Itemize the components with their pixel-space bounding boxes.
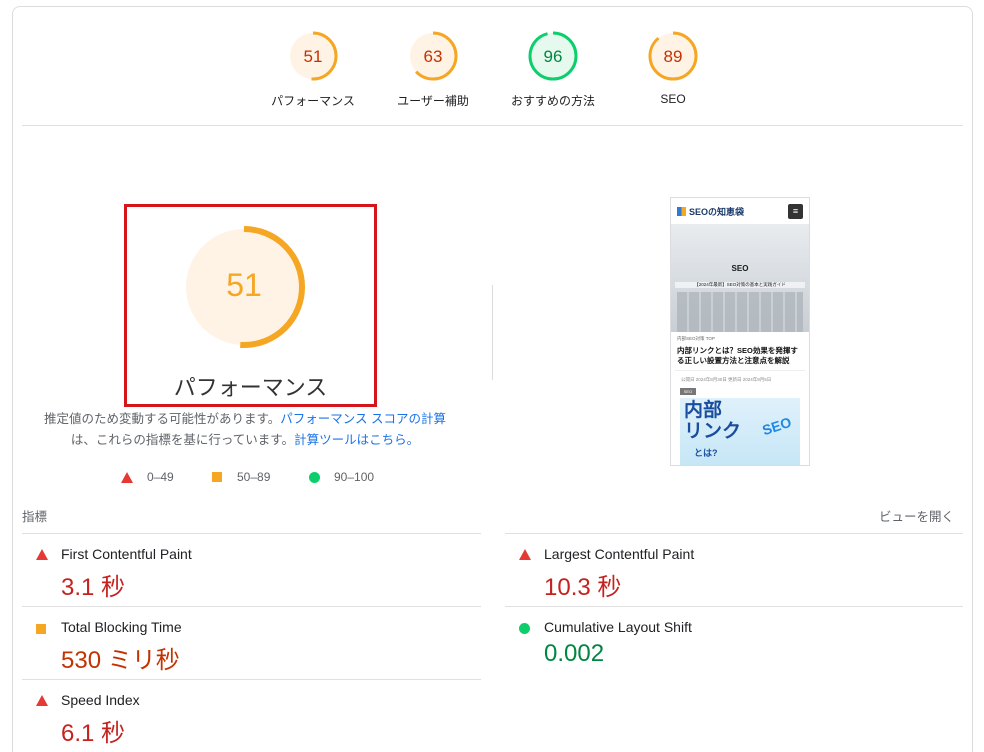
gauge-performance-ring: 51 [288, 31, 338, 81]
site-logo-icon [677, 206, 686, 216]
score-calc-link[interactable]: パフォーマンス スコアの計算 [280, 412, 446, 426]
gauge-seo-score: 89 [664, 47, 683, 66]
gauge-accessibility[interactable]: 63 ユーザー補助 [378, 30, 488, 109]
legend-average-range: 50–89 [237, 470, 271, 484]
metric-lcp-name: Largest Contentful Paint [544, 546, 695, 562]
legend-pass-range: 90–100 [334, 470, 375, 484]
legend-pass: 90–100 [309, 469, 374, 485]
performance-gauge-large: 51 [183, 226, 305, 348]
metric-lcp-value: 10.3 秒 [544, 574, 622, 601]
vertical-divider [492, 285, 493, 380]
preview-category: 内部SEO対策 TOP [677, 336, 715, 341]
preview-thumbnail: 内部 リンク とは? SEO [680, 398, 800, 465]
gauge-best-practices-label: おすすめの方法 [510, 94, 595, 108]
gauge-seo[interactable]: 89 SEO [618, 30, 728, 106]
fail-triangle-icon [36, 549, 48, 560]
preview-hero: SEO 【2024年最新】SEO対策の基本と実践ガイド [671, 224, 809, 332]
legend-fail-range: 0–49 [147, 470, 174, 484]
metric-si: Speed Index 6.1 秒 [22, 679, 481, 752]
metric-tbt-value: 530 ミリ秒 [61, 647, 180, 674]
preview-hero-subtitle: 【2024年最新】SEO対策の基本と実践ガイド [675, 282, 805, 288]
metric-fcp: First Contentful Paint 3.1 秒 [22, 533, 481, 606]
preview-site-name: SEOの知恵袋 [689, 206, 745, 217]
gauge-best-practices-score: 96 [544, 47, 563, 66]
preview-tag: SEO [680, 388, 696, 395]
gauge-seo-label: SEO [660, 92, 686, 106]
page-screenshot: SEOの知恵袋 ≡ SEO 【2024年最新】SEO対策の基本と実践ガイド 内部… [670, 197, 810, 466]
thumb-seo-text: SEO [760, 413, 794, 439]
preview-meta: 公開日 2024年8月30日 更新日 2024年9月5日 [675, 370, 805, 385]
gauge-performance-label: パフォーマンス [271, 94, 355, 108]
gauge-accessibility-score: 63 [424, 47, 443, 66]
preview-header: SEOの知恵袋 ≡ [671, 198, 809, 224]
performance-title: パフォーマンス [173, 375, 328, 400]
gauge-performance[interactable]: 51 パフォーマンス [258, 30, 368, 109]
menu-icon: ≡ [788, 203, 803, 219]
average-square-icon [36, 624, 46, 634]
score-note: 推定値のため変動する可能性があります。パフォーマンス スコアの計算 は、これらの… [30, 409, 460, 451]
preview-article-title: 内部リンクとは？SEO効果を発揮する正しい設置方法と注意点を解説 [677, 346, 798, 365]
metric-si-name: Speed Index [61, 692, 140, 708]
metric-cls-name: Cumulative Layout Shift [544, 619, 692, 635]
gauge-best-practices-ring: 96 [528, 31, 578, 81]
pass-circle-icon [519, 623, 530, 634]
metric-lcp: Largest Contentful Paint 10.3 秒 [505, 533, 963, 606]
thumb-big-text: 内部 リンク [684, 400, 742, 442]
note-text-1: 推定値のため変動する可能性があります。 [44, 412, 281, 426]
preview-hero-title: SEO [731, 264, 749, 273]
metric-fcp-name: First Contentful Paint [61, 546, 192, 562]
triangle-icon [121, 471, 133, 483]
square-icon [212, 472, 222, 482]
view-toggle[interactable]: ビューを開く [879, 506, 954, 525]
metric-fcp-value: 3.1 秒 [61, 574, 126, 601]
gauge-seo-ring: 89 [648, 31, 698, 81]
gauge-best-practices[interactable]: 96 おすすめの方法 [498, 30, 608, 109]
performance-score-large: 51 [226, 267, 262, 303]
metric-cls-value: 0.002 [544, 640, 605, 667]
fail-triangle-icon [36, 695, 48, 706]
gauge-accessibility-ring: 63 [408, 31, 458, 81]
category-gauges: 51 パフォーマンス 63 ユーザー補助 96 おすすめの方法 89 SEO [0, 0, 984, 120]
metric-cls: Cumulative Layout Shift 0.002 [505, 606, 963, 679]
metric-tbt: Total Blocking Time 530 ミリ秒 [22, 606, 481, 679]
legend-average: 50–89 [212, 469, 270, 485]
legend-fail: 0–49 [121, 469, 174, 485]
metric-si-value: 6.1 秒 [61, 720, 126, 747]
metric-tbt-name: Total Blocking Time [61, 619, 182, 635]
gauge-accessibility-label: ユーザー補助 [397, 94, 469, 108]
keyboard-image [677, 292, 803, 332]
top-divider [22, 125, 963, 126]
thumb-small-text: とは? [694, 448, 718, 458]
gauge-performance-score: 51 [304, 47, 323, 66]
metrics-header: 指標 [22, 510, 48, 524]
calculator-link[interactable]: 計算ツールはこちら。 [294, 433, 419, 447]
note-text-2: は、これらの指標を基に行っています。 [70, 433, 295, 447]
fail-triangle-icon [519, 549, 531, 560]
circle-icon [309, 471, 320, 483]
